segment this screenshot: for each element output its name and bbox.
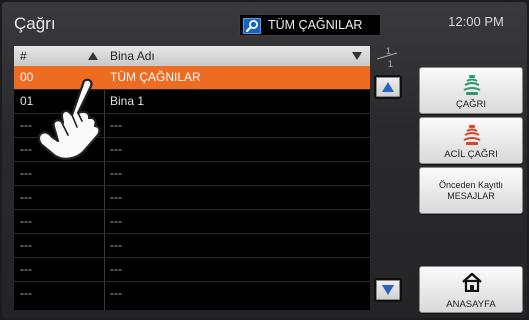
recorded-messages-label-line2: MESAJLAR <box>447 191 495 201</box>
arrow-up-icon <box>382 82 394 92</box>
row-number: --- <box>20 238 32 252</box>
recorded-messages-label-line1: Önceden Kayıtlı <box>438 180 504 190</box>
row-number: --- <box>20 286 32 300</box>
row-name: --- <box>110 262 122 276</box>
row-name: --- <box>110 118 122 132</box>
home-icon <box>462 272 482 292</box>
emergency-call-button[interactable]: ACİL ÇAĞRI <box>419 117 523 164</box>
row-number: --- <box>20 214 32 228</box>
row-name: --- <box>110 238 122 252</box>
row-number: --- <box>20 118 32 132</box>
pointing-hand-icon <box>37 78 101 160</box>
row-name: TÜM ÇAĞNILAR <box>110 70 201 84</box>
emergency-call-button-label: ACİL ÇAĞRI <box>444 149 498 160</box>
list-row-empty[interactable]: --- --- <box>14 234 370 258</box>
search-filter[interactable]: TÜM ÇAĞNILAR <box>239 14 381 36</box>
row-name: Bina 1 <box>110 94 145 108</box>
list-row-empty[interactable]: --- --- <box>14 162 370 186</box>
column-header-name[interactable]: Bina Adı <box>110 49 155 63</box>
row-name: --- <box>110 142 122 156</box>
row-number: --- <box>20 166 32 180</box>
row-name: --- <box>110 214 122 228</box>
page-divider <box>376 52 398 60</box>
page-total: 1 <box>388 59 394 69</box>
row-name: --- <box>110 286 122 300</box>
scroll-down-button[interactable] <box>374 278 402 302</box>
page-indicator: 1 1 <box>372 46 402 70</box>
list-row-empty[interactable]: --- --- <box>14 282 370 306</box>
arrow-down-icon <box>382 285 394 295</box>
magnifier-icon <box>245 20 258 33</box>
sort-ascending-icon[interactable] <box>88 52 98 60</box>
call-button[interactable]: ÇAĞRI <box>419 67 523 114</box>
app-window: Çağrı 12:00 PM TÜM ÇAĞNILAR # Bina Adı 0… <box>2 2 527 318</box>
list-row-empty[interactable]: --- --- <box>14 258 370 282</box>
list-row-empty[interactable]: --- --- <box>14 210 370 234</box>
list-header: # Bina Adı <box>14 46 370 66</box>
emergency-call-icon <box>463 125 481 145</box>
recorded-messages-button[interactable]: Önceden Kayıtlı MESAJLAR <box>419 167 523 214</box>
sort-descending-icon[interactable] <box>352 52 362 60</box>
row-number: --- <box>20 142 32 156</box>
row-number: --- <box>20 262 32 276</box>
column-header-number[interactable]: # <box>20 49 27 63</box>
home-button[interactable]: ANASAYFA <box>419 266 523 313</box>
row-number: --- <box>20 190 32 204</box>
home-button-label: ANASAYFA <box>446 299 496 310</box>
call-button-label: ÇAĞRI <box>455 99 487 110</box>
list-row-empty[interactable]: --- --- <box>14 186 370 210</box>
call-icon <box>463 75 481 95</box>
search-filter-label: TÜM ÇAĞNILAR <box>268 18 363 32</box>
row-name: --- <box>110 166 122 180</box>
clock: 12:00 PM <box>448 14 504 29</box>
page-title: Çağrı <box>14 14 56 33</box>
row-name: --- <box>110 190 122 204</box>
search-button[interactable] <box>243 18 261 34</box>
scroll-up-button[interactable] <box>374 75 402 99</box>
